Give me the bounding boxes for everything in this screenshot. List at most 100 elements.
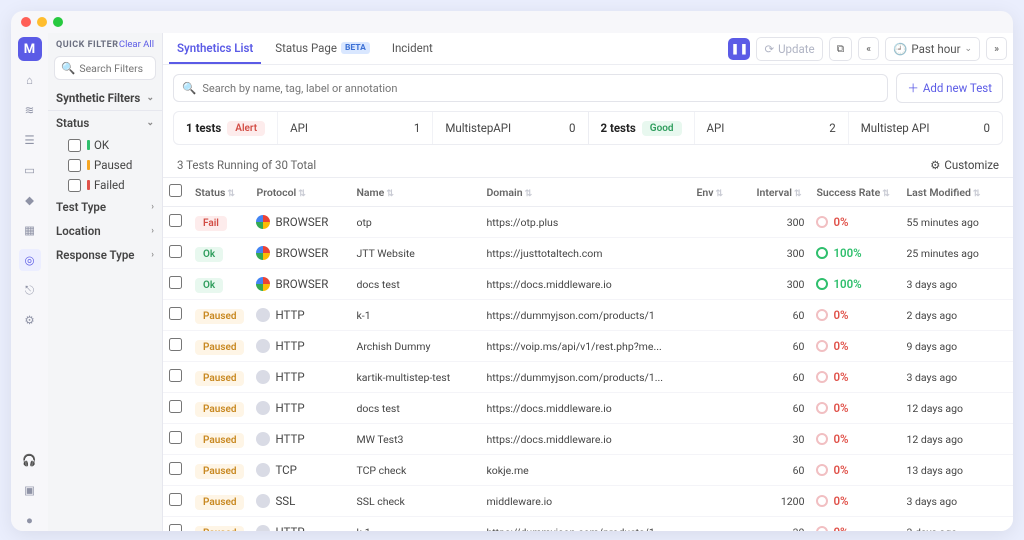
filter-checkbox[interactable] [68, 139, 81, 152]
filter-search-input[interactable] [79, 62, 149, 75]
protocol-icon [256, 308, 270, 322]
rate-ring-icon [816, 495, 828, 507]
table-row[interactable]: Paused HTTP kartik-multistep-test https:… [163, 362, 1013, 393]
pause-button[interactable]: ❚❚ [728, 38, 750, 60]
table-row[interactable]: Paused HTTP docs test https://docs.middl… [163, 393, 1013, 424]
section-location[interactable]: Location › [48, 219, 162, 243]
nav-list-icon[interactable]: ☰ [19, 129, 41, 151]
filter-status-paused[interactable]: Paused [60, 155, 162, 175]
nav-cube-icon[interactable]: ▣ [19, 479, 41, 501]
filter-checkbox[interactable] [68, 159, 81, 172]
chevron-down-icon: ⌄ [146, 93, 154, 103]
sort-icon[interactable]: ⇅ [716, 189, 724, 199]
sort-icon[interactable]: ⇅ [525, 189, 533, 199]
rate-ring-icon [816, 526, 828, 531]
sort-icon[interactable]: ⇅ [298, 189, 306, 199]
app-logo[interactable]: M [18, 37, 42, 61]
global-search[interactable]: 🔍 [173, 74, 888, 102]
col-last modified[interactable]: Last Modified⇅ [900, 178, 1013, 207]
clear-all-link[interactable]: Clear All [119, 39, 154, 50]
row-checkbox[interactable] [169, 493, 182, 506]
nav-grid-icon[interactable]: ▦ [19, 219, 41, 241]
nav-lines-icon[interactable]: ≋ [19, 99, 41, 121]
collapse-right-button[interactable]: » [986, 37, 1007, 60]
col-env[interactable]: Env⇅ [690, 178, 750, 207]
row-checkbox[interactable] [169, 462, 182, 475]
add-test-button[interactable]: ＋ Add new Test [896, 73, 1003, 103]
rate-cell: 0% [816, 463, 894, 477]
status-badge: Paused [195, 309, 244, 324]
tab-incident[interactable]: Incident [384, 33, 441, 64]
row-checkbox[interactable] [169, 307, 182, 320]
nav-support-icon[interactable]: 🎧 [19, 449, 41, 471]
col-name[interactable]: Name⇅ [350, 178, 480, 207]
max-dot[interactable] [53, 17, 63, 27]
sort-icon[interactable]: ⇅ [882, 189, 890, 199]
tab-synthetics list[interactable]: Synthetics List [169, 33, 261, 64]
section-status[interactable]: Status ⌄ [48, 111, 162, 135]
close-dot[interactable] [21, 17, 31, 27]
select-all-checkbox[interactable] [169, 184, 182, 197]
sort-icon[interactable]: ⇅ [227, 189, 235, 199]
nav-home-icon[interactable]: ⌂ [19, 69, 41, 91]
update-button[interactable]: ⟳ Update [756, 37, 822, 61]
sort-icon[interactable]: ⇅ [794, 189, 802, 199]
global-search-input[interactable] [202, 82, 879, 95]
row-checkbox[interactable] [169, 245, 182, 258]
min-dot[interactable] [37, 17, 47, 27]
nav-gear-icon[interactable]: ⚙ [19, 309, 41, 331]
table-row[interactable]: Paused HTTP Archish Dummy https://voip.m… [163, 331, 1013, 362]
copy-button[interactable]: ⧉ [829, 37, 853, 61]
col-status[interactable]: Status⇅ [189, 178, 250, 207]
collapse-left-button[interactable]: « [858, 37, 879, 60]
col-interval[interactable]: Interval⇅ [750, 178, 810, 207]
row-checkbox[interactable] [169, 338, 182, 351]
chevron-right-icon: › [151, 250, 154, 260]
sort-icon[interactable]: ⇅ [386, 189, 394, 199]
filter-search[interactable]: 🔍 [54, 56, 156, 80]
time-range-selector[interactable]: 🕘 Past hour ⌄ [885, 37, 980, 61]
row-checkbox[interactable] [169, 431, 182, 444]
rate-cell: 0% [816, 339, 894, 353]
filter-checkbox[interactable] [68, 179, 81, 192]
modified-cell: 3 days ago [900, 362, 1013, 393]
filter-sidebar: QUICK FILTER Clear All 🔍 Synthetic Filte… [48, 33, 163, 531]
modified-cell: 3 days ago [900, 486, 1013, 517]
table-row[interactable]: Ok BROWSER docs test https://docs.middle… [163, 269, 1013, 300]
table-row[interactable]: Fail BROWSER otp https://otp.plus 300 0%… [163, 207, 1013, 238]
filter-status-ok[interactable]: OK [60, 135, 162, 155]
status-badge: Alert [227, 121, 265, 136]
col-domain[interactable]: Domain⇅ [480, 178, 690, 207]
table-row[interactable]: Ok BROWSER JTT Website https://justtotal… [163, 238, 1013, 269]
table-row[interactable]: Paused HTTP k-1 https://dummyjson.com/pr… [163, 300, 1013, 331]
section-responsetype[interactable]: Response Type › [48, 243, 162, 267]
table-row[interactable]: Paused HTTP k-1 https://dummyjson.com/pr… [163, 517, 1013, 532]
row-checkbox[interactable] [169, 524, 182, 531]
row-checkbox[interactable] [169, 276, 182, 289]
protocol-cell: HTTP [256, 308, 344, 322]
row-checkbox[interactable] [169, 214, 182, 227]
sort-icon[interactable]: ⇅ [973, 189, 981, 199]
customize-button[interactable]: ⚙ Customize [930, 158, 999, 172]
tab-status page[interactable]: Status Page BETA [267, 33, 378, 64]
nav-synthetic-icon[interactable]: ◎ [19, 249, 41, 271]
protocol-cell: HTTP [256, 339, 344, 353]
row-checkbox[interactable] [169, 369, 182, 382]
name-cell: docs test [350, 393, 480, 424]
table-row[interactable]: Paused HTTP MW Test3 https://docs.middle… [163, 424, 1013, 455]
filter-status-failed[interactable]: Failed [60, 175, 162, 195]
section-testtype[interactable]: Test Type › [48, 195, 162, 219]
nav-alerts-icon[interactable]: ◆ [19, 189, 41, 211]
synthetic-filters-header[interactable]: Synthetic Filters ⌄ [48, 86, 162, 111]
rate-ring-icon [816, 309, 828, 321]
table-row[interactable]: Paused TCP TCP check kokje.me 60 0% 13 d… [163, 455, 1013, 486]
nav-link-icon[interactable]: ⎋ [19, 279, 41, 301]
col-success rate[interactable]: Success Rate⇅ [810, 178, 900, 207]
row-checkbox[interactable] [169, 400, 182, 413]
nav-file-icon[interactable]: ▭ [19, 159, 41, 181]
table-row[interactable]: Paused SSL SSL check middleware.io 1200 … [163, 486, 1013, 517]
modified-cell: 9 days ago [900, 331, 1013, 362]
filter-label: Paused [94, 158, 132, 172]
nav-avatar-icon[interactable]: ● [19, 509, 41, 531]
col-protocol[interactable]: Protocol⇅ [250, 178, 350, 207]
